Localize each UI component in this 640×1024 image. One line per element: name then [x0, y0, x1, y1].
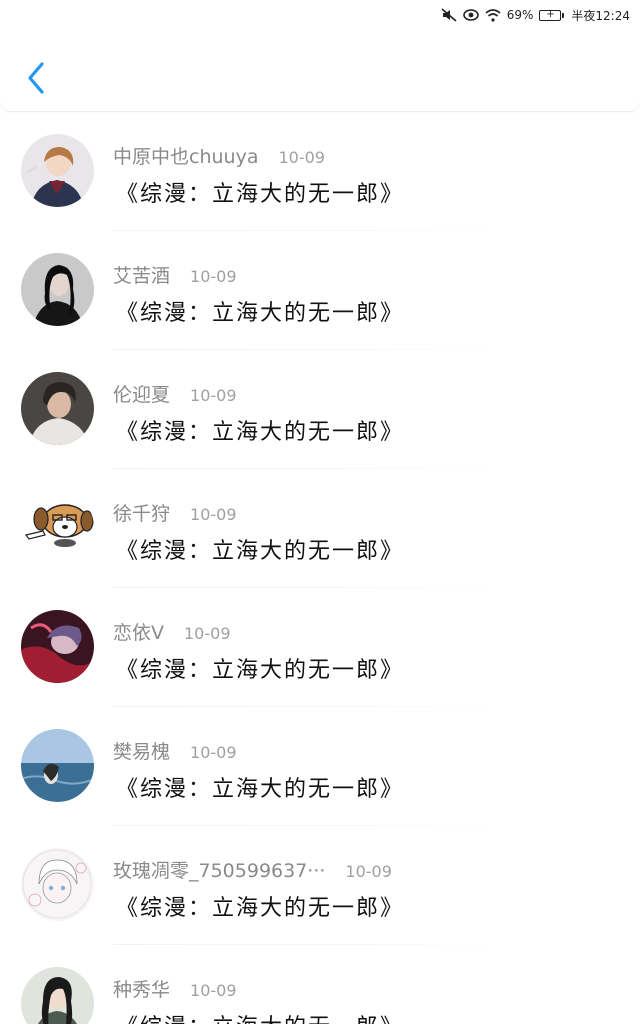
battery-percent: 69%: [506, 8, 534, 22]
list-item[interactable]: 恋依V 10-09 《综漫：立海大的无一郎》: [0, 588, 640, 707]
date: 10-09: [278, 148, 325, 167]
book-title[interactable]: 《综漫：立海大的无一郎》: [116, 176, 404, 208]
avatar[interactable]: [21, 134, 94, 207]
date: 10-09: [190, 386, 237, 405]
book-title[interactable]: 《综漫：立海大的无一郎》: [116, 414, 404, 446]
comment-meta: 艾苦酒 10-09: [113, 261, 237, 288]
avatar[interactable]: [21, 610, 94, 683]
avatar[interactable]: [21, 491, 94, 564]
avatar[interactable]: [21, 848, 94, 921]
back-button[interactable]: [22, 58, 50, 98]
username[interactable]: 伦迎夏: [113, 380, 170, 407]
comment-meta: 樊易槐 10-09: [113, 737, 237, 764]
book-title[interactable]: 《综漫：立海大的无一郎》: [116, 1009, 404, 1024]
list-item[interactable]: 徐千狩 10-09 《综漫：立海大的无一郎》: [0, 469, 640, 588]
list-item[interactable]: 樊易槐 10-09 《综漫：立海大的无一郎》: [0, 707, 640, 826]
list-item[interactable]: 玫瑰凋零_750599637··· 10-09 《综漫：立海大的无一郎》: [0, 826, 640, 945]
comment-meta: 玫瑰凋零_750599637··· 10-09: [113, 856, 392, 883]
date: 10-09: [190, 267, 237, 286]
chevron-left-icon: [28, 62, 44, 94]
username[interactable]: 徐千狩: [113, 499, 170, 526]
list-item[interactable]: 中原中也chuuya 10-09 《综漫：立海大的无一郎》: [0, 112, 640, 231]
avatar[interactable]: [21, 967, 94, 1024]
book-title[interactable]: 《综漫：立海大的无一郎》: [116, 295, 404, 327]
date: 10-09: [190, 505, 237, 524]
book-title[interactable]: 《综漫：立海大的无一郎》: [116, 890, 404, 922]
date: 10-09: [190, 981, 237, 1000]
book-title[interactable]: 《综漫：立海大的无一郎》: [116, 533, 404, 565]
wifi-icon: [485, 8, 501, 22]
date: 10-09: [184, 624, 231, 643]
mute-icon: [441, 8, 457, 22]
screen: 69% + 半夜12:24 中原中也chuuya 10-09 《综漫：立海大的无: [0, 0, 640, 1024]
list-item[interactable]: 种秀华 10-09 《综漫：立海大的无一郎》: [0, 945, 640, 1024]
book-title[interactable]: 《综漫：立海大的无一郎》: [116, 771, 404, 803]
comment-meta: 中原中也chuuya 10-09: [113, 142, 325, 169]
avatar[interactable]: [21, 372, 94, 445]
username[interactable]: 中原中也chuuya: [113, 142, 258, 169]
comment-meta: 徐千狩 10-09: [113, 499, 237, 526]
comment-meta: 恋依V 10-09: [113, 618, 231, 645]
battery-icon: +: [539, 9, 565, 21]
date: 10-09: [190, 743, 237, 762]
username[interactable]: 樊易槐: [113, 737, 170, 764]
list-item[interactable]: 艾苦酒 10-09 《综漫：立海大的无一郎》: [0, 231, 640, 350]
status-bar: 69% + 半夜12:24: [0, 0, 640, 30]
clock: 半夜12:24: [571, 8, 630, 23]
avatar[interactable]: [21, 729, 94, 802]
list-item[interactable]: 伦迎夏 10-09 《综漫：立海大的无一郎》: [0, 350, 640, 469]
username[interactable]: 恋依V: [113, 618, 164, 645]
avatar[interactable]: [21, 253, 94, 326]
comment-meta: 种秀华 10-09: [113, 975, 237, 1002]
username[interactable]: 种秀华: [113, 975, 170, 1002]
username[interactable]: 艾苦酒: [113, 261, 170, 288]
username[interactable]: 玫瑰凋零_750599637···: [113, 856, 325, 883]
comment-meta: 伦迎夏 10-09: [113, 380, 237, 407]
date: 10-09: [345, 862, 392, 881]
comment-list: 中原中也chuuya 10-09 《综漫：立海大的无一郎》 艾苦酒 10-09 …: [0, 112, 640, 1024]
book-title[interactable]: 《综漫：立海大的无一郎》: [116, 652, 404, 684]
eye-icon: [462, 8, 479, 22]
